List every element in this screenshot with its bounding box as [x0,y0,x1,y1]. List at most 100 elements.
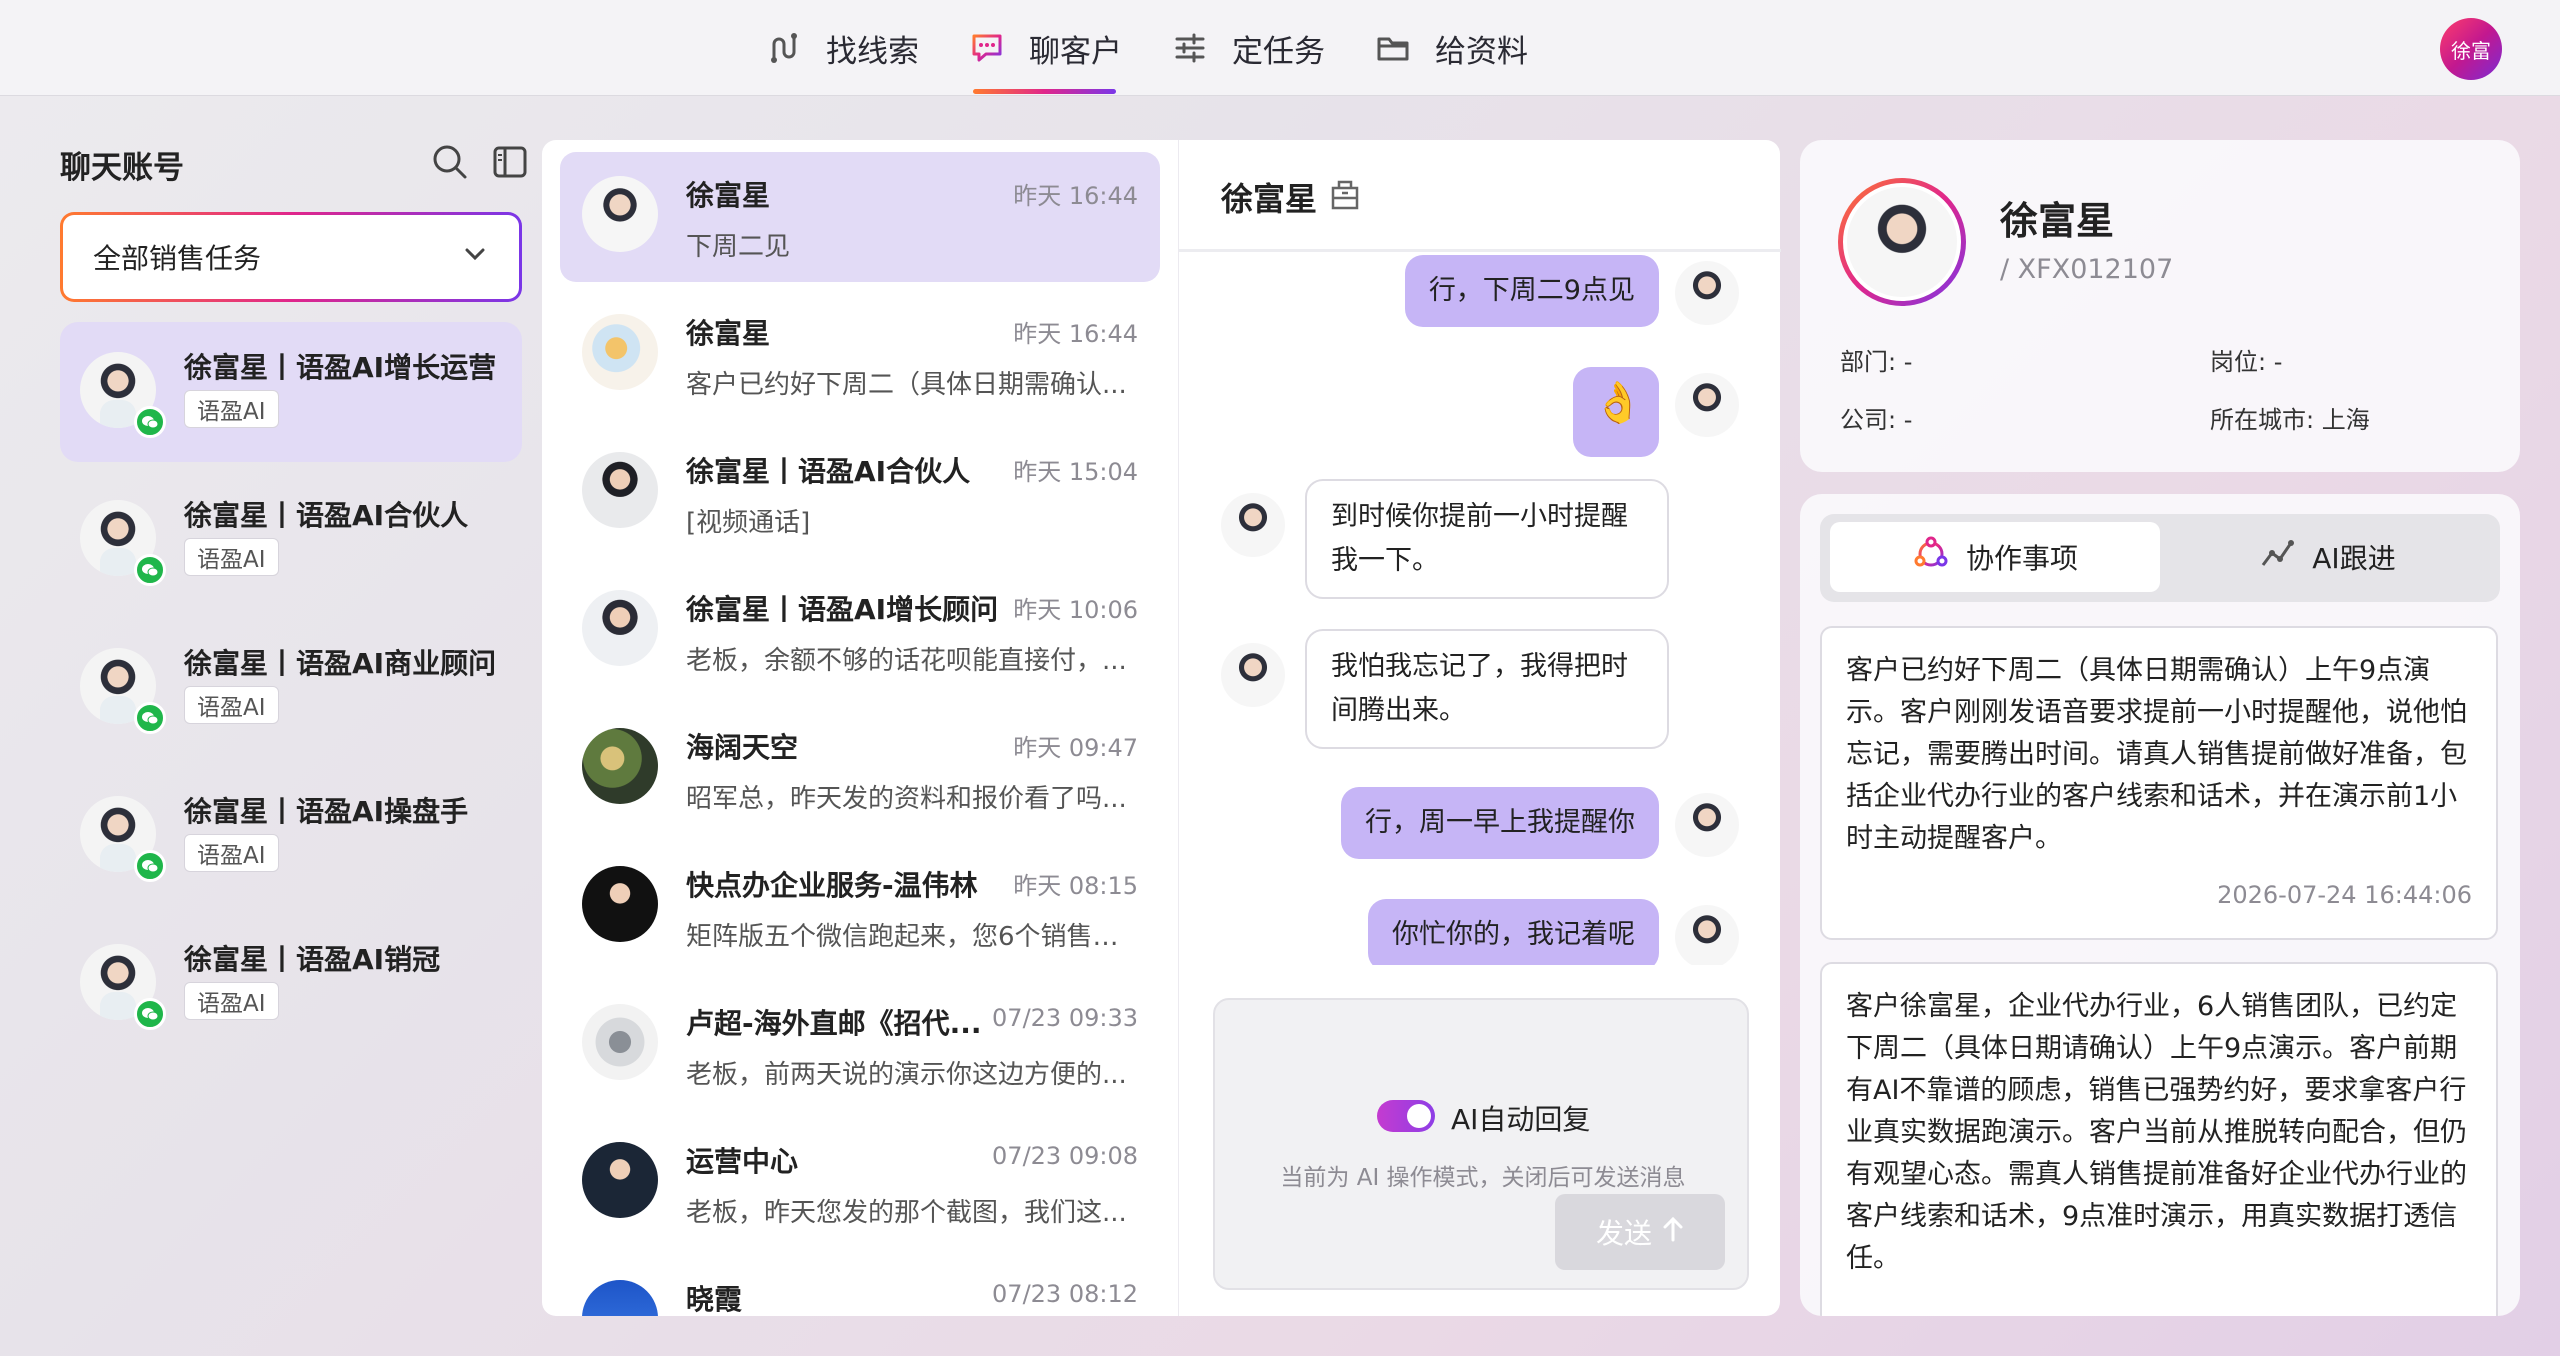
nav-find-leads[interactable]: 找线索 [740,0,943,96]
wechat-icon [134,850,166,882]
conversation-list: 徐富星 昨天 16:44 下周二见 徐富星 昨天 16:44 客户已约好下周二（… [542,140,1178,1316]
ai-auto-reply-label: AI自动回复 [1451,1103,1591,1136]
avatar [582,314,658,390]
collab-tabs: 协作事项 AI跟进 [1820,514,2500,602]
message-bubble-outgoing: 你忙你的，我记着呢 [1368,899,1659,965]
conversation-preview: 老板，昨天您发的那个截图，我们这... [686,1198,1127,1228]
main-nav: 找线索 聊客户 定任务 给资料 [740,0,1552,96]
conversation-item[interactable]: 卢超-海外直邮《招代... 07/23 09:33 老板，前两天说的演示你这边方… [560,980,1160,1110]
profile-id: / XFX012107 [2000,254,2174,285]
conversation-name: 海阔天空 [686,731,799,764]
user-avatar[interactable]: 徐富 [2440,18,2502,80]
chat-icon [967,28,1007,68]
conversation-preview: 老板，余额不够的话花呗能直接付，... [686,646,1127,676]
account-tag: 语盈AI [184,686,279,724]
send-button[interactable]: 发送 [1555,1194,1725,1270]
avatar [582,176,658,252]
conversation-time: 昨天 10:06 [1013,596,1138,624]
wechat-icon [134,406,166,438]
avatar [1675,261,1739,325]
account-list: 徐富星丨语盈AI增长运营 语盈AI 徐富星丨语盈AI合伙人 语盈AI 徐富星丨语… [60,322,522,1062]
conversation-time: 07/23 08:12 [992,1280,1138,1308]
account-item[interactable]: 徐富星丨语盈AI商业顾问 语盈AI [60,618,522,758]
conversation-name: 晓霞 [686,1283,743,1316]
conversation-preview: 矩阵版五个微信跑起来，您6个销售刚... [686,922,1138,952]
avatar [582,1004,658,1080]
tab-collab-items[interactable]: 协作事项 [1830,522,2160,592]
tab-ai-followup[interactable]: AI跟进 [2162,522,2492,592]
conversation-time: 07/23 09:08 [992,1142,1138,1170]
wechat-icon [134,554,166,586]
conversation-time: 昨天 15:04 [1013,458,1138,486]
note-text: 客户已约好下周二（具体日期需确认）上午9点演示。客户刚刚发语音要求提前一小时提醒… [1846,655,2467,854]
conversation-item[interactable]: 海阔天空 昨天 09:47 昭军总，昨天发的资料和报价看了吗... [560,704,1160,834]
avatar [582,1142,658,1218]
avatar [582,1280,658,1316]
nav-label: 给资料 [1435,33,1528,70]
nav-label: 找线索 [826,33,919,70]
account-tag: 语盈AI [184,390,279,428]
conversation-preview: 客户已约好下周二（具体日期需确认... [686,370,1127,400]
conversation-time: 昨天 16:44 [1013,320,1138,348]
account-item[interactable]: 徐富星丨语盈AI销冠 语盈AI [60,914,522,1054]
collaboration-icon [1912,535,1950,580]
nav-label: 聊客户 [1029,33,1122,70]
profile-department: 部门: - [1840,348,1913,376]
conversation-name: 徐富星 [686,317,771,350]
message-bubble-incoming: 我怕我忘记了，我得把时间腾出来。 [1305,629,1669,749]
collab-note-card: 客户徐富星，企业代办行业，6人销售团队，已约定下周二（具体日期请确认）上午9点演… [1820,962,2498,1316]
account-name: 徐富星丨语盈AI操盘手 [184,795,469,828]
profile-city: 所在城市: 上海 [2210,406,2370,434]
avatar [1675,373,1739,437]
task-filter-select[interactable]: 全部销售任务 [60,212,522,302]
conversation-item[interactable]: 徐富星丨语盈AI增长顾问 昨天 10:06 老板，余额不够的话花呗能直接付，..… [560,566,1160,696]
conversation-item[interactable]: 徐富星丨语盈AI合伙人 昨天 15:04 [视频通话] [560,428,1160,558]
avatar [1675,793,1739,857]
avatar [582,590,658,666]
account-tag: 语盈AI [184,834,279,872]
top-navigation-bar: 找线索 聊客户 定任务 给资料 徐富 [0,0,2560,96]
collab-note-card: 客户已约好下周二（具体日期需确认）上午9点演示。客户刚刚发语音要求提前一小时提醒… [1820,626,2498,940]
send-label: 发送 [1595,1217,1652,1250]
arrow-up-icon [1662,1216,1684,1249]
account-item[interactable]: 徐富星丨语盈AI操盘手 语盈AI [60,766,522,906]
account-item[interactable]: 徐富星丨语盈AI增长运营 语盈AI [60,322,522,462]
account-item[interactable]: 徐富星丨语盈AI合伙人 语盈AI [60,470,522,610]
conversation-item[interactable]: 徐富星 昨天 16:44 下周二见 [560,152,1160,282]
nav-label: 定任务 [1232,33,1325,70]
conversation-preview: 昭军总，昨天发的资料和报价看了吗... [686,784,1127,814]
nav-chat-customers[interactable]: 聊客户 [943,0,1146,96]
conversation-item[interactable]: 徐富星 昨天 16:44 客户已约好下周二（具体日期需确认... [560,290,1160,420]
note-timestamp: 2026-07-24 16:44:06 [2217,881,2472,909]
sidebar-toggle-icon[interactable] [490,142,530,182]
profile-position: 岗位: - [2210,348,2283,376]
tab-label: AI跟进 [2312,542,2396,575]
chat-contact-name: 徐富星 [1221,180,1318,218]
conversation-item[interactable]: 快点办企业服务-温伟林 昨天 08:15 矩阵版五个微信跑起来，您6个销售刚..… [560,842,1160,972]
composer-hint: 当前为 AI 操作模式，关闭后可发送消息 [1280,1165,1686,1191]
building-icon [1327,176,1363,212]
message-composer: AI自动回复 当前为 AI 操作模式，关闭后可发送消息 发送 [1213,998,1749,1290]
conversation-item[interactable]: 运营中心 07/23 09:08 老板，昨天您发的那个截图，我们这... [560,1118,1160,1248]
conversation-item[interactable]: 晓霞 07/23 08:12 [560,1256,1160,1316]
conversation-name: 徐富星丨语盈AI增长顾问 [686,593,999,626]
ai-auto-reply-toggle[interactable] [1377,1100,1435,1132]
profile-company: 公司: - [1840,406,1913,434]
conversation-time: 昨天 08:15 [1013,872,1138,900]
collaboration-panel: 协作事项 AI跟进 客户已约好下周二（具体日期需确认）上午9点演示。客户刚刚发语… [1800,494,2520,1316]
profile-name: 徐富星 [2000,199,2115,243]
chat-header: 徐富星 [1179,140,1781,252]
message-bubble-outgoing: 行，下周二9点见 [1404,255,1659,327]
avatar [582,452,658,528]
folder-icon [1373,28,1413,68]
search-icon[interactable] [430,142,470,182]
nav-give-materials[interactable]: 给资料 [1349,0,1552,96]
sliders-icon [1170,28,1210,68]
conversation-time: 昨天 09:47 [1013,734,1138,762]
customer-profile-card: 徐富星 / XFX012107 部门: - 岗位: - 公司: - 所在城市: … [1800,140,2520,472]
conversation-name: 卢超-海外直邮《招代... [686,1007,982,1040]
account-tag: 语盈AI [184,982,279,1020]
conversation-name: 徐富星 [686,179,771,212]
avatar [1221,643,1285,707]
nav-set-tasks[interactable]: 定任务 [1146,0,1349,96]
